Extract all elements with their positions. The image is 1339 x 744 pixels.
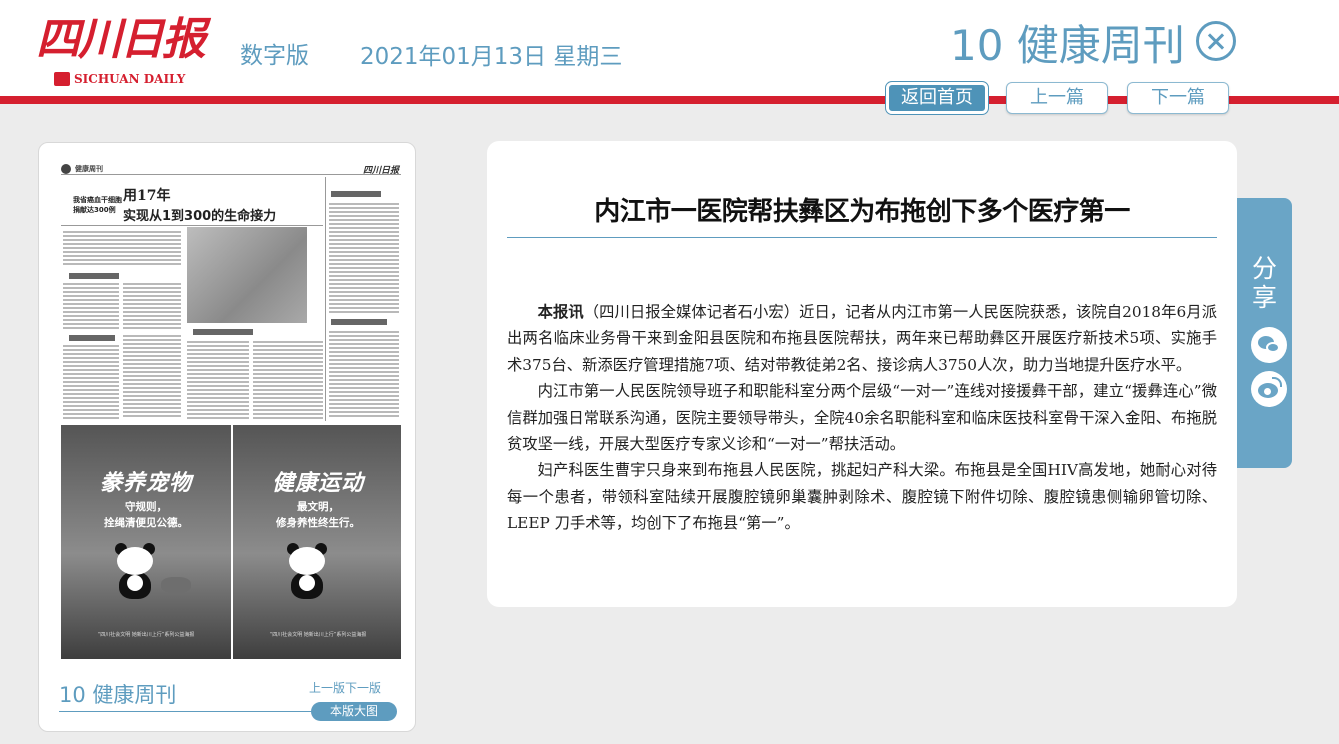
share-label-text: 分享: [1251, 254, 1277, 312]
issue-date: 2021年01月13日 星期三: [360, 44, 623, 70]
ad-slogan-line: 修身养性终生行。: [276, 517, 360, 529]
ad-footer: “四川社会文明 她新出川上行”系列公益海报: [269, 632, 367, 638]
ad-slogan: 守规则， 拴绳清便见公德。: [61, 499, 231, 531]
previous-page-link[interactable]: 上一版: [309, 681, 345, 695]
article-lead: 本报讯: [537, 303, 584, 321]
ad-headline: 豢养宠物: [99, 471, 192, 496]
thumb-photo: [187, 227, 307, 323]
close-icon[interactable]: [1196, 21, 1236, 61]
ad-slogan: 最文明， 修身养性终生行。: [233, 499, 401, 531]
thumb-subhead: [69, 335, 115, 341]
thumb-text-block: [123, 283, 181, 329]
full-page-image-button[interactable]: 本版大图: [311, 702, 397, 721]
ad-slogan-line: 守规则，: [125, 501, 167, 513]
ad-slogan-line: 最文明，: [297, 501, 339, 513]
weibo-icon[interactable]: [1251, 371, 1287, 407]
article-title-rule: [507, 237, 1217, 238]
panda-mascot-icon: [111, 543, 161, 599]
article-paragraph: 本报讯（四川日报全媒体记者石小宏）近日，记者从内江市第一人民医院获悉，该院自20…: [507, 299, 1217, 378]
thumb-kicker: 我省癌血干细胞捐献达300例: [73, 196, 122, 214]
logo-seal-icon: [54, 72, 70, 86]
share-label: 分享: [1237, 254, 1292, 312]
edition-label: 数字版: [240, 43, 309, 69]
ad-slogan-line: 拴绳清便见公德。: [104, 517, 188, 529]
article-body: 本报讯（四川日报全媒体记者石小宏）近日，记者从内江市第一人民医院获悉，该院自20…: [507, 299, 1217, 537]
article-title: 内江市一医院帮扶彝区为布拖创下多个医疗第一: [594, 197, 1130, 227]
thumb-text-block: [63, 345, 119, 419]
article-card: 内江市一医院帮扶彝区为布拖创下多个医疗第一 本报讯（四川日报全媒体记者石小宏）近…: [487, 141, 1237, 607]
thumb-text-block: [329, 331, 399, 419]
thumb-text-block: [329, 203, 399, 313]
thumb-subhead: [331, 191, 381, 197]
wechat-icon[interactable]: [1251, 327, 1287, 363]
thumb-headline-a: 用17年: [123, 188, 171, 204]
thumb-text-block: [63, 283, 119, 329]
previous-article-button[interactable]: 上一篇: [1006, 82, 1108, 114]
newspaper-page-image[interactable]: 健康周刊 四川日报 我省癌血干细胞捐献达300例 用17年 实现从1到300的生…: [61, 163, 401, 659]
next-article-button[interactable]: 下一篇: [1127, 82, 1229, 114]
cat-icon: [161, 577, 191, 593]
thumb-text-block: [253, 341, 323, 419]
thumb-column-rule: [325, 177, 326, 421]
article-paragraph: 内江市第一人民医院领导班子和职能科室分两个层级“一对一”连线对接援彝干部，建立“…: [507, 382, 1217, 454]
thumb-subhead: [331, 319, 387, 325]
page-pager: 上一版下一版: [309, 679, 381, 696]
thumb-ad-pets: 豢养宠物 守规则， 拴绳清便见公德。 “四川社会文明 她新出川上行”系列公益海报: [61, 425, 231, 659]
thumb-page-header: 健康周刊 四川日报: [61, 163, 401, 176]
thumb-text-block: [63, 231, 181, 267]
panda-mascot-icon: [283, 543, 333, 599]
thumb-headline-b: 实现从1到300的生命接力: [123, 209, 277, 224]
page-thumbnail-panel: 健康周刊 四川日报 我省癌血干细胞捐献达300例 用17年 实现从1到300的生…: [38, 142, 416, 732]
thumb-page-logo: 四川日报: [362, 166, 399, 176]
thumb-ad-exercise: 健康运动 最文明， 修身养性终生行。 “四川社会文明 她新出川上行”系列公益海报: [231, 425, 401, 659]
back-home-button[interactable]: 返回首页: [886, 82, 988, 114]
thumb-page-number: [61, 164, 71, 174]
ad-headline: 健康运动: [271, 471, 364, 496]
section-title: 10 健康周刊: [950, 21, 1185, 70]
thumb-subhead: [193, 329, 253, 335]
thumbnail-divider: [59, 711, 329, 712]
logo-wordmark: 四川日报: [36, 14, 206, 65]
next-page-link[interactable]: 下一版: [345, 681, 381, 695]
thumbnail-section-title: 10 健康周刊: [59, 683, 177, 707]
thumb-text-block: [187, 341, 249, 419]
logo-english: SICHUAN DAILY: [74, 72, 186, 86]
ad-footer: “四川社会文明 她新出川上行”系列公益海报: [97, 632, 195, 638]
share-sidebar: 分享: [1237, 198, 1292, 468]
thumb-page-section: 健康周刊: [75, 165, 103, 173]
thumb-subhead: [69, 273, 119, 279]
article-paragraph-text: （四川日报全媒体记者石小宏）近日，记者从内江市第一人民医院获悉，该院自2018年…: [507, 303, 1217, 374]
article-paragraph: 妇产科医生曹宇只身来到布拖县人民医院，挑起妇产科大梁。布拖县是全国HIV高发地，…: [507, 461, 1217, 533]
logo-subline: SICHUAN DAILY: [54, 72, 185, 86]
thumb-rule: [61, 225, 323, 226]
thumb-text-block: [123, 335, 181, 419]
sichuan-daily-logo[interactable]: 四川日报 SICHUAN DAILY: [36, 12, 206, 92]
